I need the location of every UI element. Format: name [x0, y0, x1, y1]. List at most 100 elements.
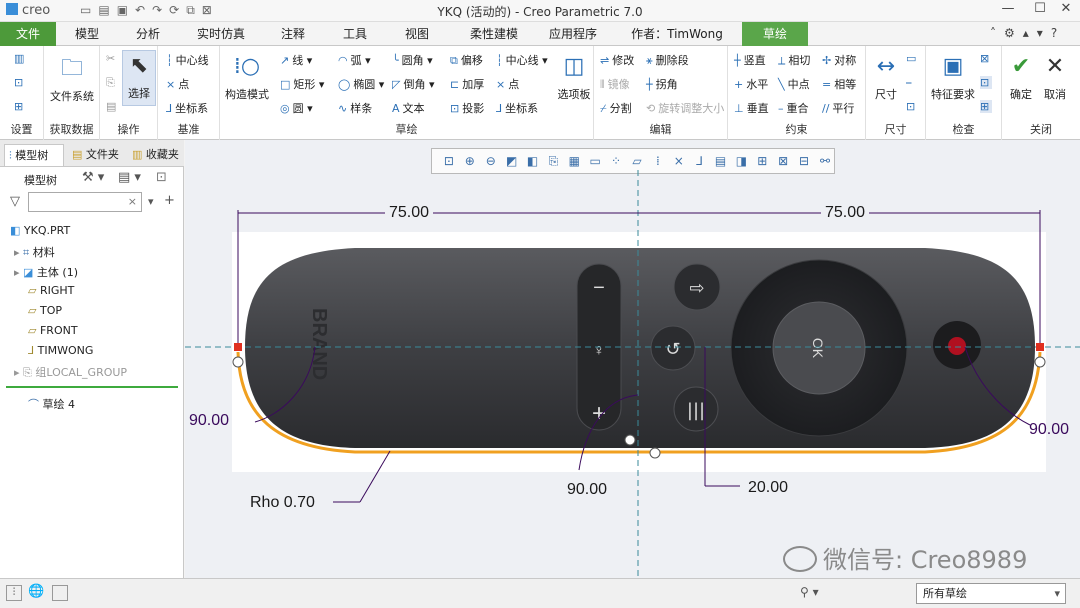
- overlap-icon[interactable]: ⊠: [980, 52, 992, 65]
- tab-flexible[interactable]: 柔性建模: [458, 22, 530, 46]
- hat-icon[interactable]: ▴: [1023, 26, 1029, 40]
- dim-90-right[interactable]: 90.00: [1029, 421, 1069, 439]
- sketch-setup-icon[interactable]: ▥: [14, 52, 27, 65]
- tab-tools[interactable]: 工具: [330, 22, 380, 46]
- tree-item-right[interactable]: ▱ RIGHT: [28, 284, 74, 297]
- clear-search-icon[interactable]: ×: [128, 195, 137, 208]
- tree-item-body[interactable]: ▸ ◪ 主体 (1): [14, 264, 78, 280]
- arc-button[interactable]: ◠ 弧 ▾: [338, 52, 371, 68]
- circle-button[interactable]: ◎ 圆 ▾: [280, 100, 313, 116]
- browser-toggle-icon[interactable]: 🌐: [28, 584, 44, 599]
- vertex-marker-left[interactable]: [234, 343, 242, 351]
- tree-item-sketch[interactable]: ⌒ 草绘 4: [28, 396, 75, 412]
- tree-item-top[interactable]: ▱ TOP: [28, 304, 62, 317]
- perpendicular-button[interactable]: ⊥ 垂直: [734, 100, 769, 116]
- symmetric-button[interactable]: ✢ 对称: [822, 52, 856, 68]
- select-button[interactable]: ⬉ 选择: [122, 50, 156, 106]
- tangent-constraint[interactable]: [624, 434, 636, 446]
- dim-90-left[interactable]: 90.00: [189, 412, 229, 430]
- setup-label[interactable]: 设置: [0, 121, 43, 137]
- binoculars-icon[interactable]: ⚲ ▾: [800, 585, 819, 599]
- equal-button[interactable]: = 相等: [822, 76, 856, 92]
- restore-button[interactable]: ☐: [1026, 1, 1054, 21]
- cut-icon[interactable]: ✂: [106, 52, 115, 65]
- columns-icon[interactable]: ⊡: [156, 170, 167, 185]
- tab-model[interactable]: 模型: [62, 22, 112, 46]
- modify-button[interactable]: ⇌ 修改: [600, 52, 634, 68]
- project-button[interactable]: ⊡ 投影: [450, 100, 484, 116]
- filter-icon[interactable]: ▽: [10, 194, 20, 209]
- expand-icon[interactable]: ▸: [14, 246, 23, 259]
- datum-point-button[interactable]: × 点: [166, 76, 189, 92]
- corner-button[interactable]: ┼ 拐角: [646, 76, 678, 92]
- sketch-centerline-button[interactable]: ┆ 中心线 ▾: [496, 52, 548, 68]
- tree-item-part[interactable]: ◧ YKQ.PRT: [10, 224, 70, 237]
- tab-author[interactable]: 作者：TimWong: [620, 22, 734, 46]
- vertex-marker-right[interactable]: [1036, 343, 1044, 351]
- tab-favorites[interactable]: ▥ 收藏夹: [128, 144, 182, 166]
- spline-button[interactable]: ∿ 样条: [338, 100, 372, 116]
- tab-sketch[interactable]: 草绘: [742, 22, 808, 46]
- dim-75-right[interactable]: 75.00: [821, 204, 870, 222]
- feature-requirements-button[interactable]: ▣ 特征要求: [928, 52, 978, 102]
- help-icon[interactable]: ?: [1051, 26, 1057, 40]
- tree-search-input[interactable]: ×: [28, 192, 142, 212]
- copy-icon[interactable]: ⎘: [106, 76, 115, 90]
- dimension-button[interactable]: ↔ 尺寸: [868, 52, 904, 102]
- tab-analysis[interactable]: 分析: [122, 22, 174, 46]
- paste-icon[interactable]: ▤: [106, 100, 116, 113]
- sketch-point-button[interactable]: × 点: [496, 76, 519, 92]
- delete-segment-button[interactable]: ⚹ 删除段: [646, 52, 689, 68]
- dimension-label[interactable]: 尺寸: [866, 121, 925, 137]
- tree-item-front[interactable]: ▱ FRONT: [28, 324, 78, 337]
- graphics-window[interactable]: ⊡ ⊕ ⊖ ◩ ◧ ⎘ ▦ ▭ ⁘ ▱ ⁞ × ⅃ ▤ ◨ ⊞ ⊠ ⊟ ⚯ − …: [185, 140, 1080, 578]
- coincident-button[interactable]: – 重合: [778, 100, 809, 116]
- navigator-toggle-icon[interactable]: ⫶: [6, 585, 22, 601]
- parallel-button[interactable]: //平行: [822, 100, 854, 116]
- midpoint-button[interactable]: ╲ 中点: [778, 76, 810, 92]
- search-dropdown-icon[interactable]: ▾: [148, 195, 154, 208]
- thicken-button[interactable]: ⊏ 加厚: [450, 76, 484, 92]
- mirror-button[interactable]: ⫴ 镜像: [600, 76, 630, 92]
- shade-closed-icon[interactable]: ⊞: [980, 100, 993, 113]
- add-filter-icon[interactable]: +: [164, 193, 175, 208]
- tab-file[interactable]: 文件: [0, 22, 56, 46]
- selection-filter-select[interactable]: 所有草绘 ▾: [916, 583, 1066, 604]
- tree-settings-icon[interactable]: ⚒ ▾: [82, 170, 104, 185]
- operations-label[interactable]: 操作: [100, 121, 157, 137]
- dim-90-bottom[interactable]: 90.00: [567, 481, 607, 499]
- chamfer-button[interactable]: ◸ 倒角 ▾: [392, 76, 435, 92]
- dropdown-icon[interactable]: ▾: [1037, 26, 1043, 40]
- divide-button[interactable]: ⌿ 分割: [600, 100, 632, 116]
- tangent-button[interactable]: ⟂ 相切: [778, 52, 810, 68]
- ok-button[interactable]: ✔ 确定: [1004, 52, 1038, 102]
- reference-icon[interactable]: ⊡: [14, 76, 26, 89]
- palette-button[interactable]: ◫ 选项板: [554, 52, 594, 102]
- sketch-coord-button[interactable]: ⅃ 坐标系: [496, 100, 538, 116]
- ellipse-button[interactable]: ◯ 椭圆 ▾: [338, 76, 384, 92]
- rectangle-button[interactable]: □ 矩形 ▾: [280, 76, 324, 92]
- dim-rho[interactable]: Rho 0.70: [250, 494, 315, 512]
- highlight-open-icon[interactable]: ⊡: [980, 76, 993, 89]
- cancel-button[interactable]: ✕ 取消: [1038, 52, 1072, 102]
- insert-indicator[interactable]: [6, 386, 178, 388]
- vertical-button[interactable]: ┼ 竖直: [734, 52, 766, 68]
- datum-centerline-button[interactable]: ┆ 中心线: [166, 52, 209, 68]
- tab-applications[interactable]: 应用程序: [542, 22, 604, 46]
- baseline-icon[interactable]: ⎯: [906, 76, 915, 90]
- reference-dim-icon[interactable]: ⊡: [906, 100, 918, 113]
- text-button[interactable]: A 文本: [392, 100, 425, 116]
- file-system-button[interactable]: 🗀 文件系统: [44, 54, 100, 104]
- datum-coord-button[interactable]: ⅃ 坐标系: [166, 100, 208, 116]
- fullscreen-icon[interactable]: [52, 585, 68, 601]
- tab-annotate[interactable]: 注释: [268, 22, 318, 46]
- fillet-button[interactable]: ╰ 圆角 ▾: [392, 52, 433, 68]
- show-icon[interactable]: ▤ ▾: [118, 170, 141, 185]
- line-button[interactable]: ↗ 线 ▾: [280, 52, 312, 68]
- sketch-view-icon[interactable]: ⊞: [14, 100, 26, 113]
- tab-collapse-icon[interactable]: ˄: [990, 26, 996, 40]
- rotate-resize-button[interactable]: ⟲ 旋转调整大小: [646, 100, 724, 116]
- tree-item-material[interactable]: ▸ ⌗ 材料: [14, 244, 55, 260]
- close-button[interactable]: ✕: [1052, 1, 1080, 21]
- perimeter-icon[interactable]: ▭: [906, 52, 919, 65]
